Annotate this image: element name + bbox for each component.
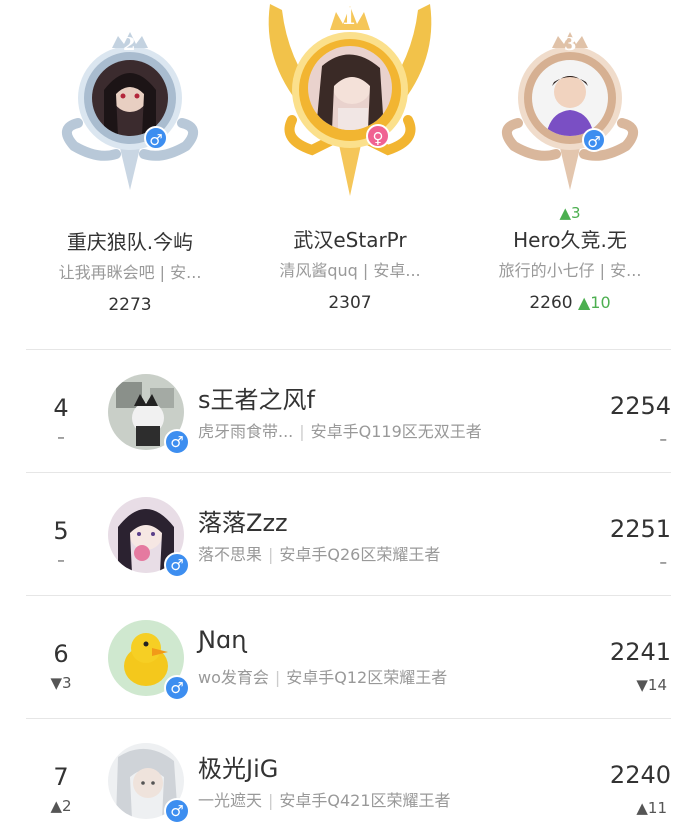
player-subtitle: 虎牙雨食带... | 安卓手Q119区无双王者 — [198, 418, 482, 442]
score-change: – — [659, 430, 668, 448]
player-name: 重庆狼队.今屿 — [66, 230, 194, 254]
list-row[interactable]: 4 – ♂ s王者之风f 虎牙雨食带... | 安卓手Q119区无双王者 2254 … — [26, 349, 671, 472]
podium-rank-3[interactable]: 3 ♂ ▲3 Hero久竞.无 旅行的小七仔 | 安... 2260 ▲10 — [478, 28, 662, 313]
leaderboard-list: 4 – ♂ s王者之风f 虎牙雨食带... | 安卓手Q119区无双王者 2254 … — [26, 349, 671, 826]
male-icon: ♂ — [164, 675, 190, 701]
server-label: 安卓手Q421区荣耀王者 — [279, 791, 451, 810]
male-icon: ♂ — [144, 126, 168, 150]
podium-rank-1[interactable]: 1 ♀ 武汉eStarPr 清风酱quq | 安卓... 2307 — [252, 0, 448, 313]
separator: | — [268, 791, 274, 810]
rank-number: 6 — [53, 640, 69, 668]
player-score: 2241 — [609, 638, 671, 666]
male-icon: ♂ — [164, 429, 190, 455]
score-change-up: ▲11 — [636, 799, 667, 817]
server-label: 安卓手Q26区荣耀王者 — [279, 545, 441, 564]
gold-medal-frame: 1 ♀ — [252, 0, 448, 200]
bronze-medal-frame: 3 ♂ — [478, 28, 662, 198]
player-tag: 虎牙雨食带... — [198, 422, 294, 441]
rank-change-up: ▲2 — [50, 797, 72, 815]
server-label: 安卓手Q12区荣耀王者 — [286, 668, 448, 687]
separator: | — [274, 668, 281, 687]
rank-change-down: ▼3 — [50, 674, 72, 692]
score-change-down: ▼14 — [636, 676, 667, 694]
player-score: 2251 — [609, 515, 671, 543]
player-subtitle: 让我再眯会吧 | 安... — [58, 263, 202, 282]
player-name: Hero久竞.无 — [513, 228, 627, 252]
player-tag: 一光遮天 — [198, 791, 263, 810]
rank-number: 5 — [53, 517, 69, 545]
player-name: 极光JiG — [198, 755, 279, 783]
male-icon: ♂ — [164, 798, 190, 824]
separator: | — [299, 422, 305, 441]
rank-change: – — [57, 551, 65, 569]
rank-number: 3 — [564, 34, 577, 55]
player-subtitle: 旅行的小七仔 | 安... — [498, 261, 642, 280]
player-tag: wo发育会 — [198, 668, 269, 687]
player-name: s王者之风f — [198, 386, 315, 414]
avatar — [308, 46, 392, 130]
male-icon: ♂ — [164, 552, 190, 578]
server-label: 安卓手Q119区无双王者 — [310, 422, 482, 441]
rank-number: 2 — [123, 34, 136, 55]
avatar — [92, 60, 168, 136]
player-subtitle: 清风酱quq | 安卓... — [279, 261, 421, 280]
male-icon: ♂ — [582, 128, 606, 152]
player-subtitle: 一光遮天 | 安卓手Q421区荣耀王者 — [198, 787, 451, 811]
player-subtitle: 落不思果 | 安卓手Q26区荣耀王者 — [198, 541, 440, 565]
player-name: 武汉eStarPr — [293, 228, 407, 252]
podium: 2 ♂ 重庆狼队.今屿 让我再眯会吧 | 安... 2273 1 ♀ 武汉eSt… — [0, 0, 699, 340]
avatar — [532, 60, 608, 136]
player-tag: 落不思果 — [198, 545, 263, 564]
player-name: 落落Zzz — [198, 509, 288, 537]
player-score: 2273 — [108, 295, 152, 315]
rank-change: – — [57, 428, 65, 446]
player-score: 2240 — [609, 761, 671, 789]
rank-change-up: ▲3 — [559, 204, 581, 222]
female-icon: ♀ — [366, 124, 390, 148]
list-row[interactable]: 5 – ♂ 落落Zzz 落不思果 | 安卓手Q26区荣耀王者 2251 – — [26, 472, 671, 595]
player-subtitle: wo发育会 | 安卓手Q12区荣耀王者 — [198, 664, 447, 688]
score-change-up: ▲10 — [578, 293, 611, 312]
rank-number: 1 — [341, 4, 357, 30]
separator: | — [268, 545, 274, 564]
podium-rank-2[interactable]: 2 ♂ 重庆狼队.今屿 让我再眯会吧 | 安... 2273 — [38, 28, 222, 315]
list-row[interactable]: 6 ▼3 ♂ Ɲɑɳ wo发育会 | 安卓手Q12区荣耀王者 2241 ▼14 — [26, 595, 671, 718]
list-row[interactable]: 7 ▲2 ♂ 极光JiG 一光遮天 | 安卓手Q421区荣耀王者 2240 ▲11 — [26, 718, 671, 826]
player-score: 2307 — [328, 293, 372, 313]
player-score: 2254 — [609, 392, 671, 420]
silver-medal-frame: 2 ♂ — [38, 28, 222, 198]
score-value: 2260 — [529, 293, 573, 313]
rank-number: 7 — [53, 763, 69, 791]
rank-number: 4 — [53, 394, 69, 422]
player-name: Ɲɑɳ — [198, 626, 247, 654]
score-change: – — [659, 553, 668, 571]
player-score: 2260 ▲10 — [478, 293, 662, 313]
